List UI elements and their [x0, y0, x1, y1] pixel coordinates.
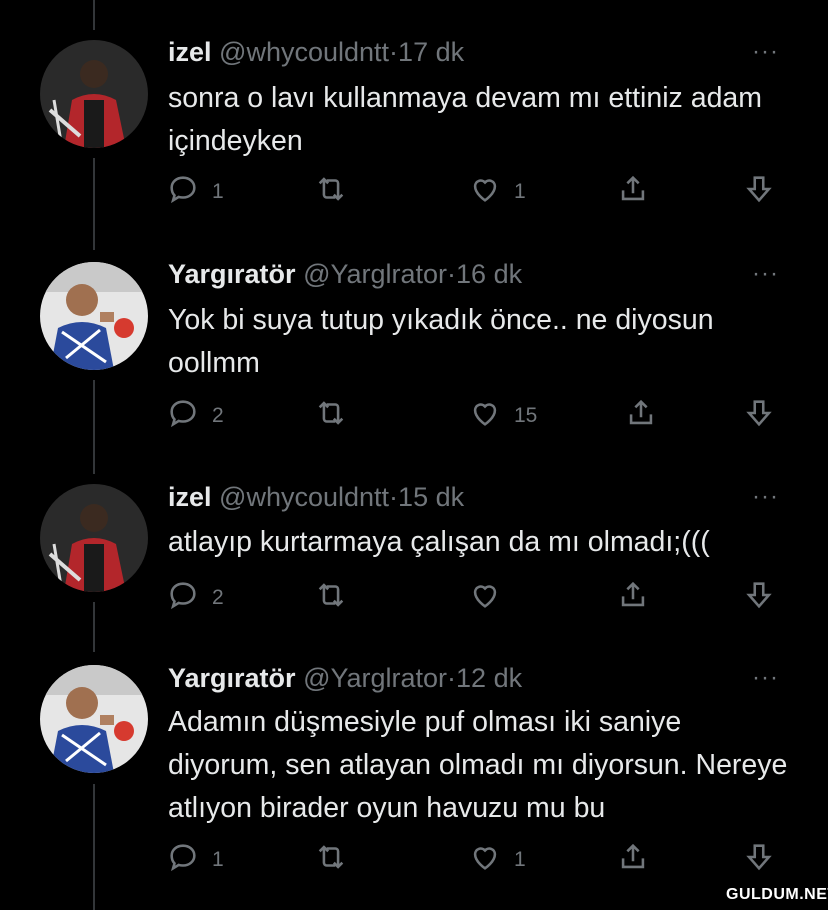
- share-icon: [624, 396, 658, 436]
- tweet-header: izel @whycouldntt·15 dk: [168, 482, 464, 512]
- avatar[interactable]: [40, 262, 148, 370]
- download-button[interactable]: [742, 172, 776, 212]
- retweet-icon: [314, 840, 348, 880]
- timestamp[interactable]: 15 dk: [398, 482, 464, 512]
- like-button[interactable]: 15: [468, 396, 537, 436]
- more-icon[interactable]: ···: [752, 664, 779, 692]
- tweet-text: Adamın düşmesiyle puf olması iki saniye …: [168, 706, 788, 824]
- timestamp[interactable]: 17 dk: [398, 37, 464, 67]
- more-icon[interactable]: ···: [752, 483, 779, 511]
- user-handle[interactable]: @Yarglrator: [303, 663, 447, 693]
- watermark: GULDUM.NET: [726, 886, 828, 903]
- like-count: 1: [514, 180, 526, 203]
- like-button[interactable]: 1: [468, 172, 526, 212]
- tweet-actions: 1 1: [0, 840, 828, 880]
- tweet-text: sonra o lavı kullanmaya devam mı ettiniz…: [168, 82, 763, 157]
- tweet-header: Yargıratör @Yarglrator·16 dk: [168, 259, 522, 289]
- reply-count: 2: [212, 586, 224, 609]
- reply-count: 1: [212, 848, 224, 871]
- share-icon: [616, 172, 650, 212]
- reply-icon: [166, 396, 200, 436]
- user-name[interactable]: Yargıratör: [168, 259, 296, 289]
- share-icon: [616, 840, 650, 880]
- reply-icon: [166, 578, 200, 618]
- download-arrow-icon: [742, 172, 776, 212]
- more-icon[interactable]: ···: [752, 38, 779, 66]
- retweet-button[interactable]: [314, 396, 360, 436]
- user-name[interactable]: Yargıratör: [168, 663, 296, 693]
- like-button[interactable]: [468, 578, 514, 618]
- separator: ·: [389, 482, 399, 512]
- share-button[interactable]: [616, 840, 650, 880]
- download-arrow-icon: [742, 578, 776, 618]
- tweet-actions: 2: [0, 578, 828, 618]
- like-count: 15: [514, 404, 538, 427]
- user-handle[interactable]: @Yarglrator: [303, 259, 447, 289]
- timestamp[interactable]: 16 dk: [456, 259, 522, 289]
- reply-icon: [166, 840, 200, 880]
- share-button[interactable]: [624, 396, 658, 436]
- heart-icon: [468, 840, 502, 880]
- share-icon: [616, 578, 650, 618]
- retweet-button[interactable]: [314, 172, 360, 212]
- avatar[interactable]: [40, 40, 148, 148]
- separator: ·: [447, 259, 457, 289]
- reply-count: 1: [212, 180, 224, 203]
- avatar[interactable]: [40, 665, 148, 773]
- retweet-button[interactable]: [314, 578, 360, 618]
- download-arrow-icon: [742, 396, 776, 436]
- like-button[interactable]: 1: [468, 840, 526, 880]
- user-handle[interactable]: @whycouldntt: [219, 482, 389, 512]
- tweet-actions: 1 1: [0, 172, 828, 212]
- download-button[interactable]: [742, 840, 776, 880]
- retweet-button[interactable]: [314, 840, 360, 880]
- user-handle[interactable]: @whycouldntt: [219, 37, 389, 67]
- user-name[interactable]: izel: [168, 37, 212, 67]
- thread-line: [93, 0, 95, 30]
- share-button[interactable]: [616, 172, 650, 212]
- download-button[interactable]: [742, 396, 776, 436]
- download-arrow-icon: [742, 840, 776, 880]
- retweet-icon: [314, 172, 348, 212]
- share-button[interactable]: [616, 578, 650, 618]
- retweet-icon: [314, 578, 348, 618]
- timestamp[interactable]: 12 dk: [456, 663, 522, 693]
- tweet-header: izel @whycouldntt·17 dk: [168, 37, 464, 67]
- reply-count: 2: [212, 404, 224, 427]
- separator: ·: [389, 37, 399, 67]
- tweet-actions: 2 15: [0, 396, 828, 436]
- reply-button[interactable]: 2: [166, 578, 224, 618]
- heart-icon: [468, 396, 502, 436]
- more-icon[interactable]: ···: [752, 260, 779, 288]
- download-button[interactable]: [742, 578, 776, 618]
- reply-button[interactable]: 1: [166, 840, 224, 880]
- separator: ·: [447, 663, 457, 693]
- reply-button[interactable]: 1: [166, 172, 224, 212]
- tweet-text: Yok bi suya tutup yıkadık önce.. ne diyo…: [168, 304, 714, 379]
- like-count: 1: [514, 848, 526, 871]
- reply-button[interactable]: 2: [166, 396, 224, 436]
- retweet-icon: [314, 396, 348, 436]
- heart-icon: [468, 172, 502, 212]
- tweet-text: atlayıp kurtarmaya çalışan da mı olmadı;…: [168, 526, 710, 558]
- user-name[interactable]: izel: [168, 482, 212, 512]
- reply-icon: [166, 172, 200, 212]
- heart-icon: [468, 578, 502, 618]
- avatar[interactable]: [40, 484, 148, 592]
- tweet-header: Yargıratör @Yarglrator·12 dk: [168, 663, 522, 693]
